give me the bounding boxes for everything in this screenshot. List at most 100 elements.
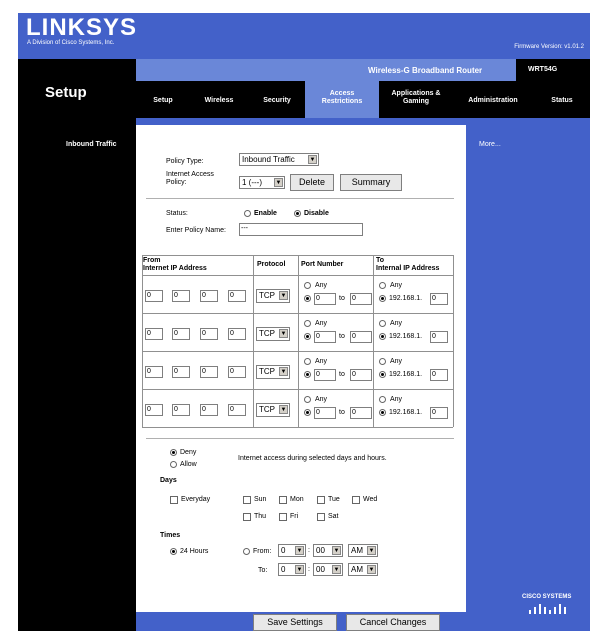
source-ip-octet-1[interactable]: 0	[145, 328, 163, 340]
dest-any-label: Any	[390, 282, 403, 289]
tue-label: Tue	[328, 496, 340, 503]
port-to-input[interactable]: 0	[350, 331, 372, 343]
port-any-radio[interactable]	[304, 358, 311, 365]
port-range-radio[interactable]	[304, 409, 311, 416]
table-row: 0 0 0 0 TCP ▼ Any 0 to 0 Any 192.168.1. …	[142, 276, 453, 313]
source-ip-octet-4[interactable]: 0	[228, 290, 246, 302]
source-ip-octet-1[interactable]: 0	[145, 404, 163, 416]
delete-button[interactable]: Delete	[290, 174, 334, 191]
from-minute-select[interactable]: 00 ▼	[313, 544, 343, 557]
tab-security[interactable]: Security	[255, 97, 299, 105]
disable-radio[interactable]	[294, 210, 301, 217]
tab-applications-gaming[interactable]: Applications & Gaming	[386, 90, 446, 106]
protocol-select[interactable]: TCP ▼	[256, 365, 290, 379]
mon-label: Mon	[290, 496, 304, 503]
linksys-logo: LINKSYS	[26, 14, 138, 41]
help-more-link[interactable]: More...	[479, 141, 501, 148]
source-ip-octet-3[interactable]: 0	[200, 328, 218, 340]
wed-label: Wed	[363, 496, 378, 503]
mon-checkbox[interactable]	[279, 496, 287, 504]
protocol-select[interactable]: TCP ▼	[256, 289, 290, 303]
source-ip-octet-4[interactable]: 0	[228, 404, 246, 416]
dest-ip-last-octet[interactable]: 0	[430, 407, 448, 419]
from-ampm-select[interactable]: AM ▼	[348, 544, 378, 557]
source-ip-octet-1[interactable]: 0	[145, 366, 163, 378]
source-ip-octet-2[interactable]: 0	[172, 328, 190, 340]
policy-type-select[interactable]: Inbound Traffic ▼	[239, 153, 319, 166]
source-ip-octet-2[interactable]: 0	[172, 404, 190, 416]
footer-left	[18, 612, 136, 631]
tue-checkbox[interactable]	[317, 496, 325, 504]
protocol-select[interactable]: TCP ▼	[256, 403, 290, 417]
chevron-down-icon: ▼	[332, 565, 341, 574]
help-column	[466, 125, 590, 619]
port-from-input[interactable]: 0	[314, 293, 336, 305]
source-ip-octet-2[interactable]: 0	[172, 290, 190, 302]
dest-ip-radio[interactable]	[379, 333, 386, 340]
enable-radio[interactable]	[244, 210, 251, 217]
port-from-input[interactable]: 0	[314, 369, 336, 381]
port-from-input[interactable]: 0	[314, 331, 336, 343]
allow-radio[interactable]	[170, 461, 177, 468]
dest-any-radio[interactable]	[379, 396, 386, 403]
source-ip-octet-3[interactable]: 0	[200, 290, 218, 302]
internet-access-policy-select[interactable]: 1 (---) ▼	[239, 176, 285, 189]
dest-any-label: Any	[390, 358, 403, 365]
tab-setup[interactable]: Setup	[143, 97, 183, 105]
everyday-checkbox[interactable]	[170, 496, 178, 504]
dest-ip-radio[interactable]	[379, 409, 386, 416]
from-hour-select[interactable]: 0 ▼	[278, 544, 306, 557]
chevron-down-icon: ▼	[279, 329, 288, 338]
thu-checkbox[interactable]	[243, 513, 251, 521]
port-to-input[interactable]: 0	[350, 407, 372, 419]
to-hour-select[interactable]: 0 ▼	[278, 563, 306, 576]
time-range-radio[interactable]	[243, 548, 250, 555]
source-ip-octet-3[interactable]: 0	[200, 404, 218, 416]
24-hours-label: 24 Hours	[180, 548, 209, 555]
source-ip-octet-4[interactable]: 0	[228, 328, 246, 340]
tab-wireless[interactable]: Wireless	[197, 97, 241, 105]
dest-ip-last-octet[interactable]: 0	[430, 331, 448, 343]
left-column	[18, 125, 136, 619]
dest-any-radio[interactable]	[379, 320, 386, 327]
to-minute-select[interactable]: 00 ▼	[313, 563, 343, 576]
port-range-radio[interactable]	[304, 371, 311, 378]
source-ip-octet-2[interactable]: 0	[172, 366, 190, 378]
port-any-radio[interactable]	[304, 320, 311, 327]
fri-checkbox[interactable]	[279, 513, 287, 521]
tab-access-restrictions[interactable]: Access Restrictions	[312, 90, 372, 106]
protocol-select[interactable]: TCP ▼	[256, 327, 290, 341]
dest-any-label: Any	[390, 396, 403, 403]
sun-checkbox[interactable]	[243, 496, 251, 504]
port-range-radio[interactable]	[304, 295, 311, 302]
to-ampm-select[interactable]: AM ▼	[348, 563, 378, 576]
port-range-radio[interactable]	[304, 333, 311, 340]
24-hours-radio[interactable]	[170, 548, 177, 555]
dest-ip-radio[interactable]	[379, 371, 386, 378]
policy-name-input[interactable]: ---	[239, 223, 363, 236]
disable-label: Disable	[304, 210, 329, 217]
port-any-radio[interactable]	[304, 282, 311, 289]
port-to-input[interactable]: 0	[350, 293, 372, 305]
source-ip-octet-1[interactable]: 0	[145, 290, 163, 302]
from-ampm-value: AM	[351, 546, 363, 555]
dest-ip-last-octet[interactable]: 0	[430, 293, 448, 305]
port-to-input[interactable]: 0	[350, 369, 372, 381]
port-any-radio[interactable]	[304, 396, 311, 403]
dest-ip-radio[interactable]	[379, 295, 386, 302]
dest-any-label: Any	[390, 320, 403, 327]
source-ip-octet-4[interactable]: 0	[228, 366, 246, 378]
save-settings-button[interactable]: Save Settings	[253, 614, 337, 631]
port-from-input[interactable]: 0	[314, 407, 336, 419]
wed-checkbox[interactable]	[352, 496, 360, 504]
summary-button[interactable]: Summary	[340, 174, 402, 191]
tab-status[interactable]: Status	[540, 97, 584, 105]
tab-administration[interactable]: Administration	[458, 97, 528, 105]
sat-checkbox[interactable]	[317, 513, 325, 521]
deny-radio[interactable]	[170, 449, 177, 456]
source-ip-octet-3[interactable]: 0	[200, 366, 218, 378]
dest-any-radio[interactable]	[379, 282, 386, 289]
dest-ip-last-octet[interactable]: 0	[430, 369, 448, 381]
dest-any-radio[interactable]	[379, 358, 386, 365]
cancel-changes-button[interactable]: Cancel Changes	[346, 614, 440, 631]
